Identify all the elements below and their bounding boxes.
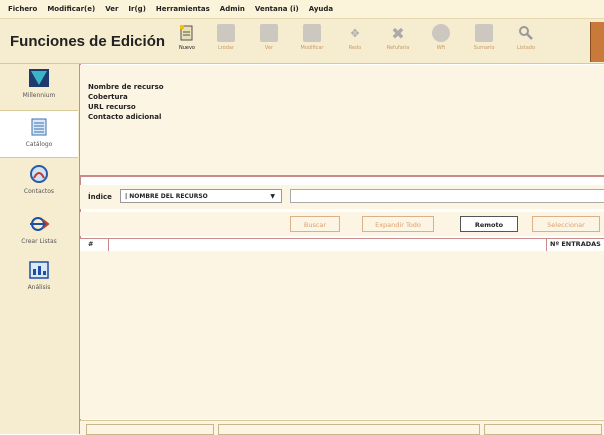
menu-bar: Fichero Modificar(e) Ver Ir(g) Herramien…	[0, 0, 604, 19]
results-table-body	[80, 251, 604, 419]
sidebar-item-label: Millennium	[22, 92, 56, 99]
seleccionar-button[interactable]: Seleccionar	[532, 216, 600, 232]
listing-button[interactable]: Listado	[509, 24, 543, 60]
sidebar: Millennium Catálogo Contactos Crear List…	[0, 64, 81, 434]
info-line-contact: Contacto adicional	[88, 113, 162, 121]
delete-button-label: Refufaria	[386, 45, 410, 51]
toolbar: Funciones de Edición Nuevo Lrodar Ver Mo…	[0, 19, 604, 64]
summary-button-label: Sumario	[473, 45, 495, 51]
info-line-url: URL recurso	[88, 103, 136, 111]
diamond-arrows-icon: ✥	[350, 26, 360, 40]
delete-button[interactable]: ✖ Refufaria	[381, 24, 415, 60]
redo-button[interactable]: ✥ Redo	[338, 24, 372, 60]
index-label: Índice	[88, 193, 112, 201]
index-select-value: | NOMBRE DEL RECURSO	[125, 193, 208, 200]
info-line-coverage: Cobertura	[88, 93, 128, 101]
summary-button[interactable]: Sumario	[467, 24, 501, 60]
results-table-header: # Nº ENTRADAS	[80, 238, 604, 252]
modify-button[interactable]: Modificar	[295, 24, 329, 60]
column-header-entries[interactable]: Nº ENTRADAS	[550, 240, 601, 248]
modify-button-label: Modificar	[300, 45, 324, 51]
chevron-down-icon: ▼	[270, 193, 275, 200]
search-input[interactable]	[290, 189, 604, 203]
catalog-icon	[28, 117, 50, 137]
sidebar-item-label: Contactos	[23, 188, 55, 195]
menu-herramientas[interactable]: Herramientas	[151, 5, 215, 13]
list-button-label: Lrodar	[217, 45, 235, 51]
column-header-number[interactable]: #	[88, 240, 93, 248]
sidebar-item-analisis[interactable]: Análisis	[0, 260, 78, 302]
status-cell	[86, 424, 214, 435]
menu-fichero[interactable]: Fichero	[0, 5, 42, 13]
menu-modificar[interactable]: Modificar(e)	[42, 5, 100, 13]
sidebar-item-label: Catálogo	[25, 141, 53, 148]
page-title: Funciones de Edición	[10, 33, 166, 50]
menu-ventana[interactable]: Ventana (i)	[250, 5, 304, 13]
remoto-button[interactable]: Remoto	[460, 216, 518, 232]
list-button[interactable]: Lrodar	[209, 24, 243, 60]
web-button[interactable]: Wft	[424, 24, 458, 60]
new-button[interactable]: Nuevo	[170, 24, 204, 60]
contacts-icon	[28, 164, 50, 184]
analysis-icon	[28, 260, 50, 280]
web-button-label: Wft	[436, 45, 446, 51]
globe-icon	[432, 24, 450, 42]
summary-icon	[475, 24, 493, 42]
column-divider	[546, 239, 547, 251]
new-document-icon	[178, 24, 196, 42]
x-delete-icon: ✖	[391, 23, 405, 43]
menu-ayuda[interactable]: Ayuda	[304, 5, 338, 13]
buscar-button[interactable]: Buscar	[290, 216, 340, 232]
create-lists-icon	[28, 214, 50, 234]
search-icon	[517, 24, 535, 42]
view-button-label: Ver	[264, 45, 274, 51]
status-cell	[484, 424, 602, 435]
view-button[interactable]: Ver	[252, 24, 286, 60]
menu-ver[interactable]: Ver	[100, 5, 123, 13]
list-icon	[217, 24, 235, 42]
status-cell	[218, 424, 480, 435]
column-divider	[108, 239, 109, 251]
action-button-row: Buscar Expandir Todo Remoto Seleccionar	[80, 212, 604, 236]
sidebar-item-crear-listas[interactable]: Crear Listas	[0, 214, 78, 256]
view-icon	[260, 24, 278, 42]
menu-ir[interactable]: Ir(g)	[123, 5, 150, 13]
record-info-panel: Nombre de recurso Cobertura URL recurso …	[80, 65, 604, 177]
new-button-label: Nuevo	[178, 45, 195, 51]
sidebar-item-millennium[interactable]: Millennium	[0, 68, 78, 110]
sidebar-item-label: Análisis	[27, 284, 51, 291]
status-bar	[80, 420, 604, 435]
millennium-logo-icon	[28, 68, 50, 88]
expandir-todo-button[interactable]: Expandir Todo	[362, 216, 434, 232]
edit-icon	[303, 24, 321, 42]
sidebar-item-catalogo[interactable]: Catálogo	[0, 110, 78, 158]
toolbar-scroll-edge[interactable]	[590, 22, 604, 62]
info-line-resource-name: Nombre de recurso	[88, 83, 164, 91]
menu-admin[interactable]: Admin	[215, 5, 250, 13]
index-select[interactable]: | NOMBRE DEL RECURSO ▼	[120, 189, 282, 203]
listing-button-label: Listado	[516, 45, 536, 51]
sidebar-item-contactos[interactable]: Contactos	[0, 164, 78, 206]
redo-button-label: Redo	[348, 45, 362, 51]
sidebar-item-label: Crear Listas	[21, 238, 57, 245]
search-row: Índice | NOMBRE DEL RECURSO ▼	[80, 185, 604, 209]
